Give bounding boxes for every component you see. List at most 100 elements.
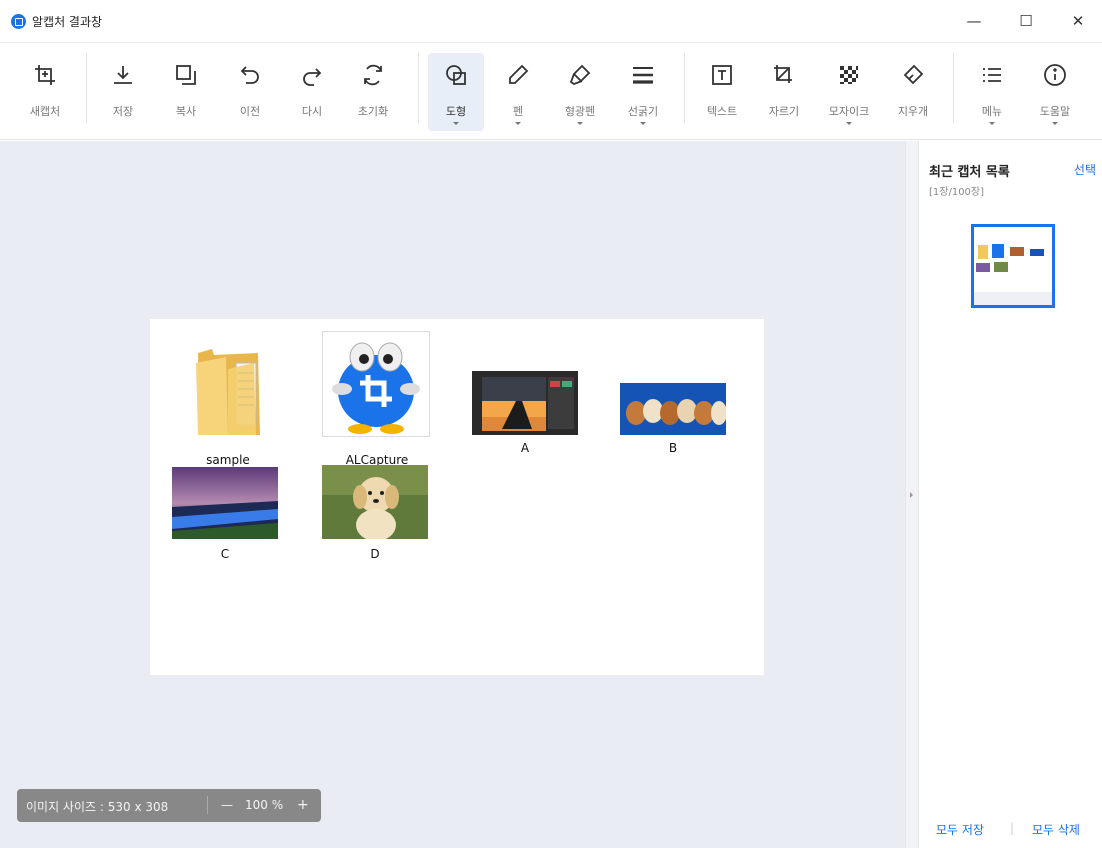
image-item: B	[620, 383, 726, 459]
mosaic-button[interactable]: 모자이크	[821, 53, 877, 131]
alcapture-icon	[322, 331, 430, 437]
image-b-thumbnail	[620, 383, 726, 435]
download-icon	[114, 66, 132, 84]
title-bar: 알캡처 결과창 — ☐ ✕	[0, 0, 1102, 42]
footer-separator: |	[1010, 821, 1015, 835]
redo-icon	[303, 68, 322, 86]
line-width-label: 선굵기	[627, 105, 659, 118]
new-capture-label: 새캡처	[29, 105, 61, 118]
toolbar: 새캡처 저장 복사 이전 다시 초기화 도형 펜 형광펜 선굵기 텍스트 자르기…	[0, 42, 1102, 140]
file-name: A	[520, 441, 530, 455]
file-name: C	[220, 547, 230, 561]
new-capture-button[interactable]: 새캡처	[17, 53, 73, 131]
file-name: sample	[206, 453, 250, 467]
delete-all-button[interactable]: 모두 삭제	[1032, 821, 1080, 838]
toolbar-separator	[684, 53, 685, 123]
reset-label: 초기화	[357, 105, 389, 118]
minimize-button[interactable]: —	[964, 12, 984, 32]
help-label: 도움말	[1039, 105, 1071, 118]
crop-label: 자르기	[768, 105, 800, 118]
dropdown-caret-icon[interactable]	[453, 122, 459, 125]
highlighter-label: 형광펜	[564, 105, 596, 118]
undo-label: 이전	[239, 105, 261, 118]
folder-item: sample	[180, 331, 276, 467]
text-button[interactable]: 텍스트	[694, 53, 750, 131]
toolbar-separator	[418, 53, 419, 123]
copy-label: 복사	[175, 105, 197, 118]
toolbar-separator	[953, 53, 954, 123]
recent-captures-title: 최근 캡처 목록	[929, 165, 1010, 180]
image-item: C	[172, 467, 278, 561]
line-width-button[interactable]: 선굵기	[615, 53, 671, 131]
dropdown-caret-icon[interactable]	[515, 122, 521, 125]
eraser-icon	[903, 64, 924, 85]
menu-list-icon	[983, 68, 1001, 82]
capture-thumbnail-image	[974, 227, 1052, 305]
refresh-icon	[364, 64, 382, 86]
undo-button[interactable]: 이전	[222, 53, 278, 131]
dropdown-caret-icon[interactable]	[846, 122, 852, 125]
info-icon	[1044, 64, 1066, 86]
undo-icon	[240, 66, 259, 84]
menu-label: 메뉴	[981, 105, 1003, 118]
status-bar: 이미지 사이즈 : 530 x 308 — 100 % +	[17, 789, 321, 822]
save-all-button[interactable]: 모두 저장	[936, 821, 984, 838]
maximize-button[interactable]: ☐	[1016, 12, 1036, 32]
dropdown-caret-icon[interactable]	[577, 122, 583, 125]
pen-button[interactable]: 펜	[490, 53, 546, 131]
copy-button[interactable]: 복사	[158, 53, 214, 131]
eraser-label: 지우개	[897, 105, 929, 118]
image-canvas[interactable]: sample ALCapture A B C D 이미지 사이즈: 530 x…	[0, 141, 905, 848]
select-button[interactable]: 선택	[1074, 161, 1096, 178]
text-label: 텍스트	[706, 105, 738, 118]
redo-button[interactable]: 다시	[284, 53, 340, 131]
chevron-right-icon	[910, 492, 913, 498]
image-d-thumbnail	[322, 465, 428, 539]
eraser-button[interactable]: 지우개	[885, 53, 941, 131]
image-size-text: 이미지 사이즈 : 530 x 308	[26, 800, 169, 814]
window-title: 알캡처 결과창	[32, 15, 103, 29]
folder-icon	[196, 349, 260, 435]
image-c-thumbnail	[172, 467, 278, 539]
shape-label: 도형	[445, 105, 467, 118]
app-logo-icon	[11, 14, 26, 29]
image-a-thumbnail	[472, 371, 578, 435]
save-label: 저장	[112, 105, 134, 118]
dropdown-caret-icon[interactable]	[989, 122, 995, 125]
captured-image[interactable]: sample ALCapture A B C D	[150, 319, 764, 675]
mosaic-icon	[840, 66, 858, 84]
capture-count: [1장/100장]	[929, 187, 985, 198]
menu-button[interactable]: 메뉴	[964, 53, 1020, 131]
text-icon	[712, 65, 732, 85]
toolbar-separator	[86, 53, 87, 123]
mosaic-label: 모자이크	[828, 105, 870, 118]
reset-button[interactable]: 초기화	[345, 53, 401, 131]
new-capture-icon	[35, 65, 55, 85]
sidebar-toggle[interactable]	[905, 141, 919, 848]
zoom-in-button[interactable]: +	[297, 797, 309, 813]
image-item: D	[322, 465, 428, 561]
pen-icon	[509, 64, 529, 84]
dropdown-caret-icon[interactable]	[1052, 122, 1058, 125]
file-name: D	[370, 547, 380, 561]
help-button[interactable]: 도움말	[1027, 53, 1083, 131]
save-button[interactable]: 저장	[95, 53, 151, 131]
highlighter-button[interactable]: 형광펜	[552, 53, 608, 131]
shape-icon	[446, 65, 466, 85]
line-width-icon	[633, 67, 653, 84]
file-name: B	[668, 441, 678, 455]
crop-button[interactable]: 자르기	[756, 53, 812, 131]
image-item: A	[472, 371, 578, 459]
copy-icon	[176, 65, 196, 85]
sidebar-footer: 모두 저장 | 모두 삭제	[919, 819, 1102, 848]
zoom-out-button[interactable]: —	[221, 798, 233, 812]
shape-button[interactable]: 도형	[428, 53, 484, 131]
app-item: ALCapture	[322, 331, 432, 467]
crop-icon	[774, 65, 792, 83]
capture-thumbnail[interactable]	[971, 224, 1055, 308]
highlighter-icon	[569, 64, 591, 86]
redo-label: 다시	[301, 105, 323, 118]
close-button[interactable]: ✕	[1068, 12, 1088, 32]
recent-captures-panel: 최근 캡처 목록 선택 [1장/100장] 모두 저장 | 모두 삭제	[919, 141, 1102, 848]
dropdown-caret-icon[interactable]	[640, 122, 646, 125]
